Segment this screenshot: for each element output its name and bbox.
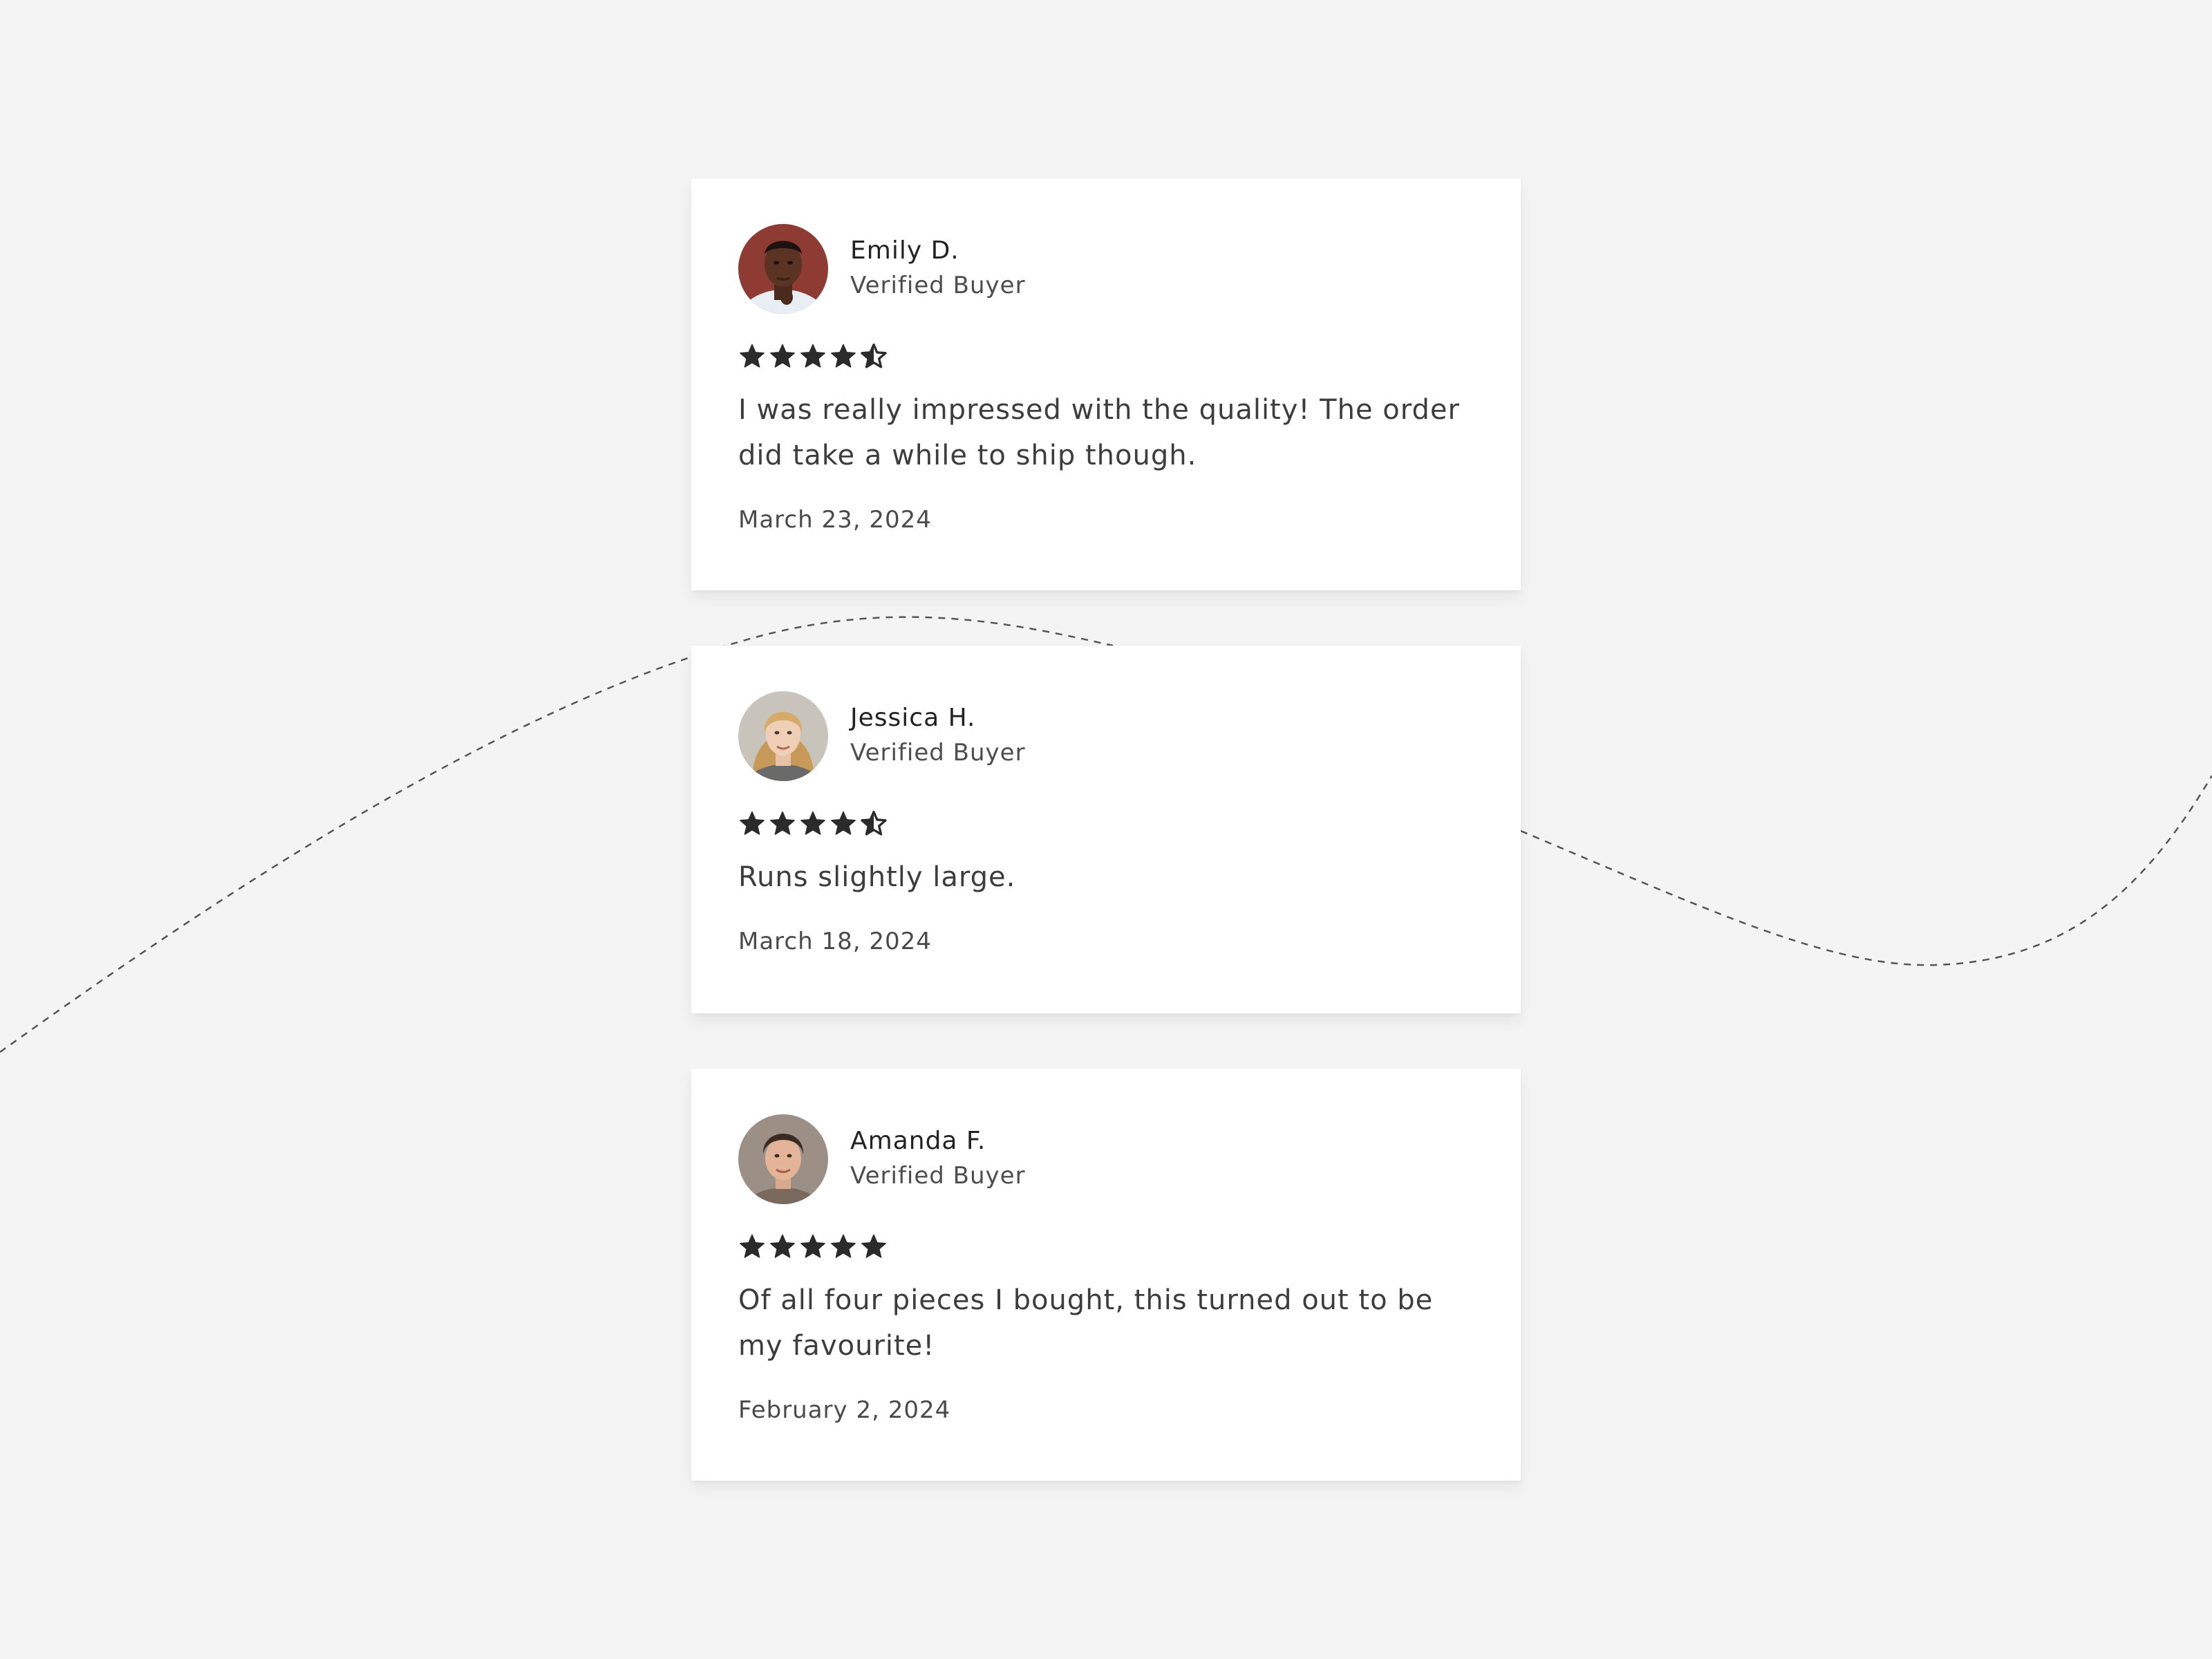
star-filled-icon xyxy=(800,811,825,835)
star-filled-icon xyxy=(770,811,795,835)
star-rating xyxy=(738,341,1474,372)
review-header: Emily D. Verified Buyer xyxy=(738,224,1474,314)
verified-buyer-label: Verified Buyer xyxy=(850,272,1026,299)
avatar xyxy=(738,691,828,781)
avatar-photo-icon xyxy=(738,224,828,314)
star-filled-icon xyxy=(740,1234,765,1258)
review-date: March 23, 2024 xyxy=(738,506,932,534)
review-card: Amanda F. Verified Buyer Of all four pie… xyxy=(691,1069,1521,1481)
review-text: Runs slightly large. xyxy=(738,861,1016,893)
star-filled-icon xyxy=(831,811,856,835)
review-text: I was really impressed with the quality!… xyxy=(738,394,1460,471)
avatar-photo-icon xyxy=(738,691,828,781)
review-card: Emily D. Verified Buyer I was really imp… xyxy=(691,178,1521,590)
star-filled-icon xyxy=(831,1234,856,1258)
avatar xyxy=(738,1114,828,1204)
avatar xyxy=(738,224,828,314)
verified-buyer-label: Verified Buyer xyxy=(850,739,1026,767)
review-date: March 18, 2024 xyxy=(738,928,932,955)
reviewer-name: Jessica H. xyxy=(850,704,976,732)
star-filled-icon xyxy=(800,1234,825,1258)
verified-buyer-label: Verified Buyer xyxy=(850,1162,1026,1190)
star-half-icon xyxy=(861,344,887,368)
star-filled-icon xyxy=(740,811,765,835)
star-filled-icon xyxy=(831,344,856,368)
star-filled-icon xyxy=(770,1234,795,1258)
avatar-photo-icon xyxy=(738,1114,828,1204)
star-rating xyxy=(738,1232,1474,1262)
star-filled-icon xyxy=(861,1234,886,1258)
review-card: Jessica H. Verified Buyer Runs slightly … xyxy=(691,646,1521,1013)
review-header: Jessica H. Verified Buyer xyxy=(738,691,1474,781)
review-header: Amanda F. Verified Buyer xyxy=(738,1114,1474,1204)
review-text: Of all four pieces I bought, this turned… xyxy=(738,1284,1434,1362)
reviewer-name: Emily D. xyxy=(850,236,959,265)
reviewer-name: Amanda F. xyxy=(850,1127,986,1155)
star-half-icon xyxy=(861,811,887,836)
review-date: February 2, 2024 xyxy=(738,1396,951,1424)
star-filled-icon xyxy=(800,344,825,368)
star-filled-icon xyxy=(770,344,795,368)
star-rating xyxy=(738,809,1474,839)
star-filled-icon xyxy=(740,344,765,368)
